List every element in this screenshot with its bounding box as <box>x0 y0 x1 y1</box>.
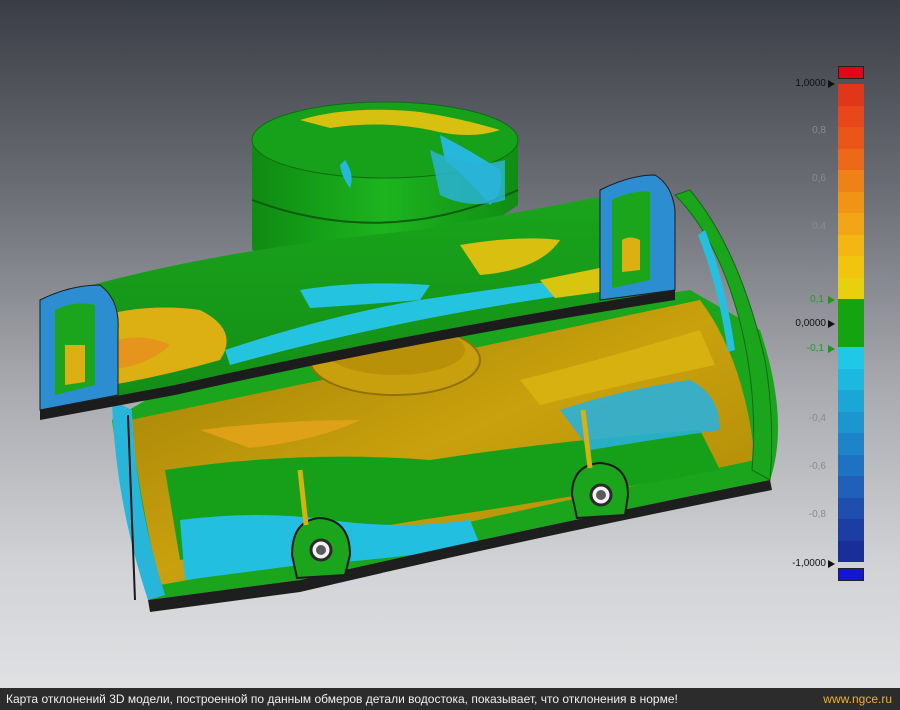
scale-segment-positive <box>838 148 864 170</box>
underflow-swatch <box>838 568 864 581</box>
scale-segment-negative <box>838 476 864 498</box>
scale-label-min: -1,0000 <box>792 558 826 569</box>
deviation-color-scale: 1,0000 0,8 0,6 0,4 0,2 0,1 0,0000 -0,1 -… <box>780 60 890 585</box>
scale-label-tol-plus: 0,1 <box>810 294 824 305</box>
scale-label-minus-0-4: -0,4 <box>808 413 826 424</box>
scale-segment-positive <box>838 256 864 278</box>
scale-marker-zero <box>828 320 835 328</box>
scale-segment-tolerance <box>838 299 864 347</box>
scale-bar <box>838 84 864 562</box>
caption-text: Карта отклонений 3D модели, построенной … <box>6 692 678 706</box>
scale-segment-positive <box>838 191 864 213</box>
scale-marker-min <box>828 560 835 568</box>
scale-segment-positive <box>838 127 864 149</box>
scale-label-0-6: 0,6 <box>812 173 826 184</box>
scale-label-tol-minus: -0,1 <box>806 343 824 354</box>
scale-label-0-4: 0,4 <box>812 221 826 232</box>
scale-label-zero: 0,0000 <box>795 318 826 329</box>
deviation-map-model <box>39 101 778 612</box>
scale-segment-positive <box>838 277 864 299</box>
scale-segment-negative <box>838 540 864 562</box>
scale-segment-negative <box>838 519 864 541</box>
scale-label-0-2: 0,2 <box>812 269 826 280</box>
site-link[interactable]: www.ngce.ru <box>823 692 892 706</box>
scale-label-0-8: 0,8 <box>812 125 826 136</box>
scale-label-minus-0-8: -0,8 <box>808 509 826 520</box>
scale-segment-positive <box>838 213 864 235</box>
scale-segment-negative <box>838 454 864 476</box>
overflow-swatch <box>838 66 864 79</box>
3d-viewport[interactable]: 1,0000 0,8 0,6 0,4 0,2 0,1 0,0000 -0,1 -… <box>0 0 900 688</box>
scale-marker-tol-minus <box>828 345 835 353</box>
scale-marker-tol-plus <box>828 296 835 304</box>
scale-marker-max <box>828 80 835 88</box>
scale-segment-positive <box>838 170 864 192</box>
scale-segment-negative <box>838 347 864 369</box>
scale-label-max: 1,0000 <box>795 78 826 89</box>
scale-segment-negative <box>838 411 864 433</box>
scale-segment-positive <box>838 234 864 256</box>
scale-segment-negative <box>838 390 864 412</box>
scale-segment-negative <box>838 368 864 390</box>
caption-bar: Карта отклонений 3D модели, построенной … <box>0 688 900 710</box>
scale-label-minus-0-6: -0,6 <box>808 461 826 472</box>
scale-segment-negative <box>838 497 864 519</box>
scale-segment-negative <box>838 433 864 455</box>
scale-segment-positive <box>838 84 864 106</box>
scale-segment-positive <box>838 105 864 127</box>
